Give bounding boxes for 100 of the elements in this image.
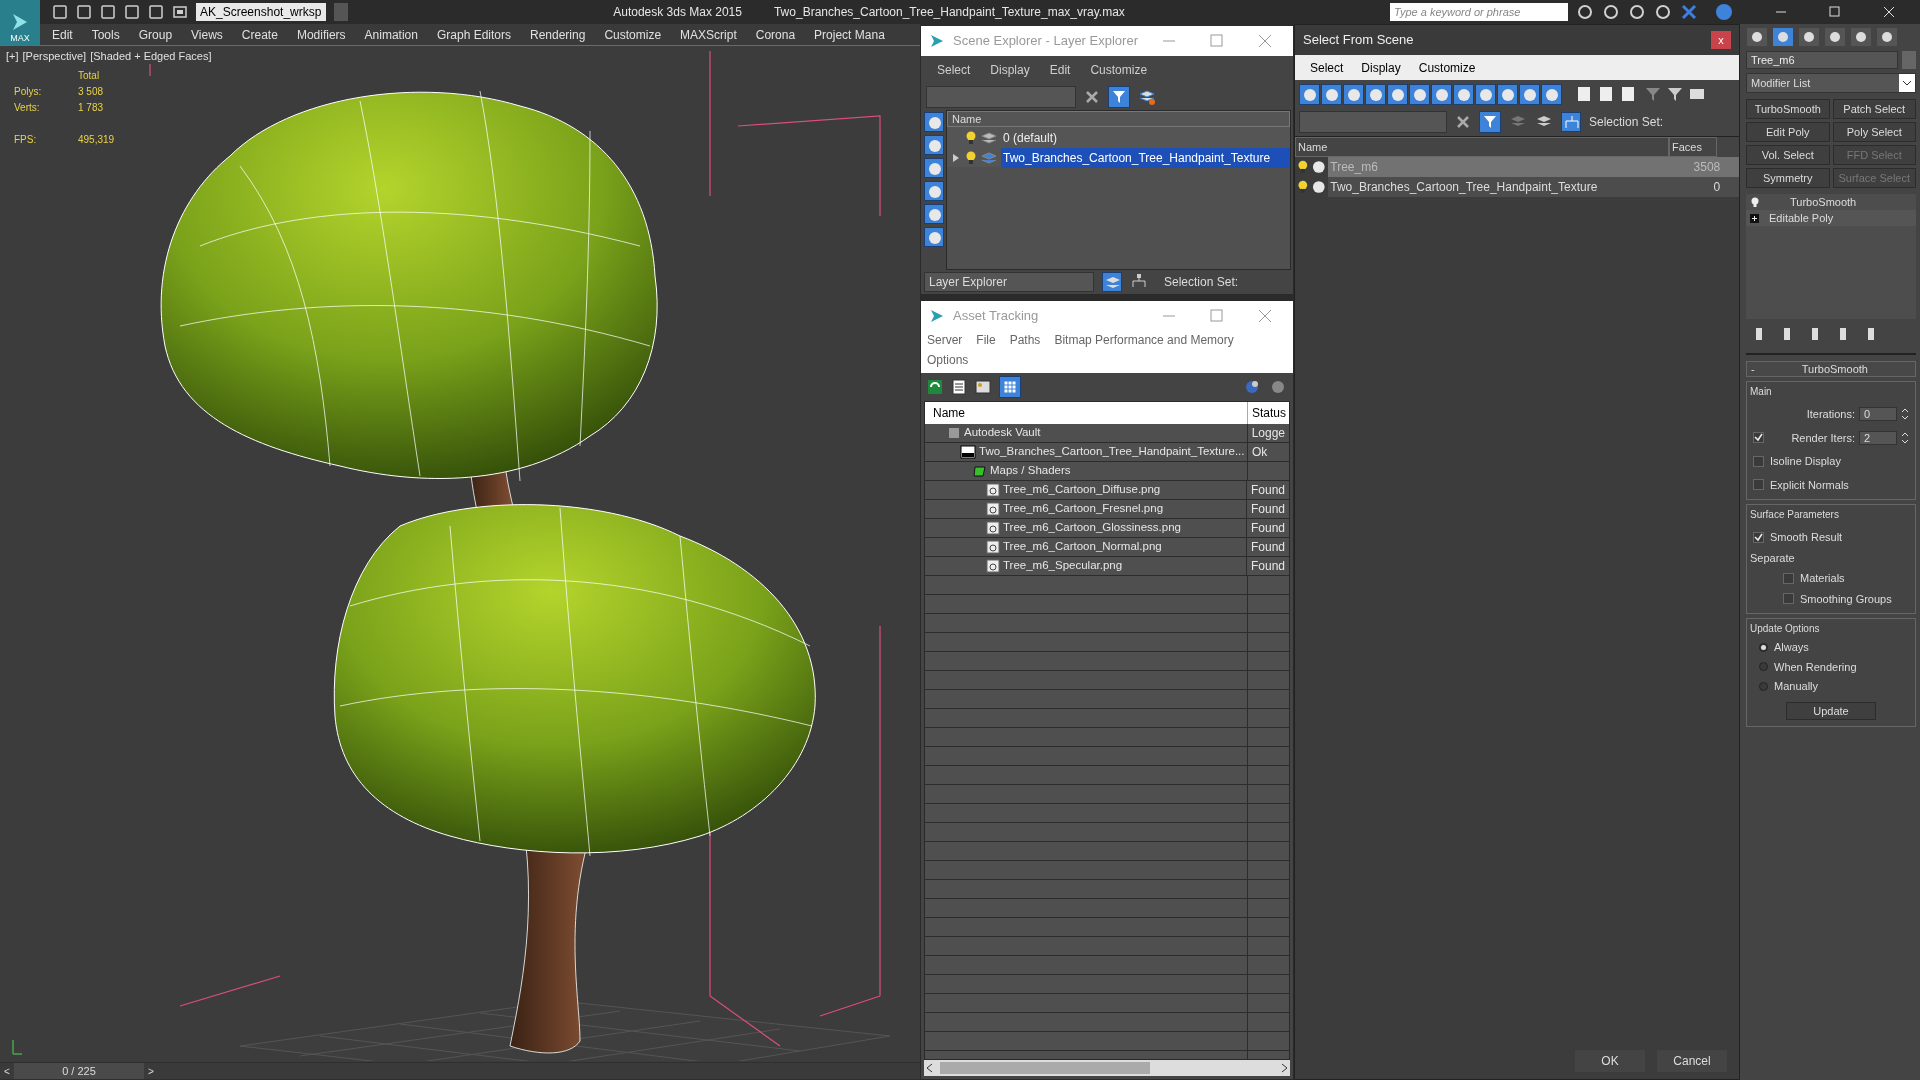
checkbox[interactable] [1753,432,1764,444]
checkbox[interactable] [1753,531,1764,543]
checkbox-label[interactable]: Explicit Normals [1770,476,1849,493]
asset-name[interactable]: Tree_m6_Cartoon_Normal.png [1003,538,1162,556]
layers-icon[interactable] [1102,272,1122,292]
menu-item[interactable]: Customize [604,25,662,44]
menu-item[interactable]: Rendering [530,25,586,44]
viewport[interactable]: [+] [Perspective] [Shaded + Edged Faces] Total Polys: 3 508 Verts: 1 783 FPS: 495,319 [0,45,920,1062]
menu-item[interactable]: Edit [1049,61,1071,79]
asset-name[interactable]: Autodesk Vault [964,424,1041,442]
scene-object-row[interactable]: Two_Branches_Cartoon_Tree_Handpaint_Texture 0 [1328,177,1739,197]
column-header[interactable]: Name [947,111,1290,127]
spinner-arrows-icon[interactable] [1901,407,1909,422]
spinner-field[interactable]: 2 [1859,430,1897,445]
previous-frame-button[interactable]: < [0,1063,14,1079]
update-button[interactable]: Update [1786,701,1876,720]
asset-name[interactable]: Tree_m6_Cartoon_Diffuse.png [1003,481,1161,499]
lightbulb-icon[interactable] [1297,179,1309,195]
menu-item[interactable]: Modifiers [296,25,346,44]
spinner-arrows-icon[interactable] [1901,430,1909,445]
menu-item[interactable]: Edit [52,25,73,44]
filter-icon[interactable] [1108,86,1130,108]
menu-item[interactable]: Project Mana [814,25,885,44]
menu-item[interactable]: Display [990,61,1030,79]
checkbox-label[interactable]: Materials [1800,570,1845,587]
column-header[interactable]: Name [1295,137,1669,157]
viewport-label[interactable]: [Perspective] [22,48,87,65]
viewport-label[interactable]: [Shaded + Edged Faces] [90,48,212,65]
filter-icon[interactable] [1666,85,1684,103]
asset-name[interactable]: Maps / Shaders [990,462,1071,480]
menu-item[interactable]: Bitmap Performance and Memory [1054,331,1234,349]
modifier-button[interactable]: Edit Poly [1746,122,1830,142]
menu-item[interactable]: Customize [1418,58,1476,77]
menu-item[interactable]: Group [138,25,173,44]
lightbulb-icon[interactable] [965,130,977,146]
page-icon[interactable] [1619,85,1637,103]
scrollbar-thumb[interactable] [940,1062,1150,1074]
image-icon[interactable] [975,379,991,395]
modifier-button[interactable]: TurboSmooth [1746,99,1830,119]
clear-icon[interactable] [1084,89,1100,105]
layer-row[interactable]: 0 (default) [1001,128,1290,148]
table-icon[interactable] [999,376,1021,398]
checkbox[interactable] [1783,572,1794,584]
spinner-field[interactable]: 0 [1859,407,1897,422]
checkbox-label[interactable]: Smooth Result [1770,529,1843,546]
radio-label[interactable]: Always [1774,639,1809,656]
horizontal-scrollbar[interactable] [924,1060,1290,1076]
menu-item[interactable]: Paths [1009,331,1041,349]
rollout-header[interactable]: - TurboSmooth [1746,361,1916,377]
radio-button[interactable] [1759,681,1768,691]
radio-label[interactable]: When Rendering [1774,658,1857,675]
explorer-mode-dropdown[interactable]: Layer Explorer [924,272,1094,292]
asset-name[interactable]: Tree_m6_Cartoon_Fresnel.png [1003,500,1164,518]
dialog-button[interactable]: OK [1575,1050,1645,1072]
stack-item[interactable]: TurboSmooth [1790,193,1857,211]
timeline-track[interactable]: 0 / 225 > [14,1063,920,1079]
menu-item[interactable]: Customize [1090,61,1148,79]
layer-row[interactable]: Two_Branches_Cartoon_Tree_Handpaint_Texture [1001,148,1290,168]
column-header[interactable]: Status [1248,402,1289,424]
search-field[interactable] [926,86,1076,108]
menu-item[interactable]: File [976,331,996,349]
menu-item[interactable]: Animation [364,25,418,44]
page-icon[interactable] [1597,85,1615,103]
modifier-button[interactable]: Patch Select [1832,99,1916,119]
exchange-icon[interactable] [1680,3,1698,21]
expand-icon[interactable] [1750,213,1759,223]
lightbulb-icon[interactable] [965,150,977,166]
object-color-swatch[interactable] [1902,51,1916,69]
asset-name[interactable]: Tree_m6_Cartoon_Glossiness.png [1003,519,1181,537]
modifier-button[interactable]: Poly Select [1832,122,1916,142]
radio-button[interactable] [1759,662,1768,672]
checkbox-label[interactable]: Smoothing Groups [1800,590,1892,607]
menu-item[interactable]: Create [241,25,278,44]
menu-item[interactable]: Views [191,25,223,44]
menu-item[interactable]: Graph Editors [436,25,511,44]
menu-item[interactable]: MAXScript [680,25,737,44]
project-icon[interactable] [172,4,188,20]
clear-icon[interactable] [1455,114,1471,130]
menu-item[interactable]: Select [1310,58,1344,77]
asset-name[interactable]: Tree_m6_Specular.png [1003,557,1123,575]
checkbox[interactable] [1753,479,1764,491]
close-button[interactable]: x [1711,31,1731,49]
menu-item[interactable]: Options [927,351,969,369]
column-header[interactable]: Name [925,402,1248,424]
menu-item[interactable]: Display [1361,58,1401,77]
refresh-icon[interactable] [927,379,943,395]
app-logo[interactable]: MAX [0,0,40,45]
lightbulb-icon[interactable] [1297,159,1309,175]
column-header[interactable]: Faces [1669,137,1717,157]
checkbox-label[interactable]: Isoline Display [1770,453,1841,470]
checkbox[interactable] [1783,593,1794,605]
lightbulb-icon[interactable] [1750,196,1760,208]
filter-icon[interactable] [1479,111,1501,133]
radio-label[interactable]: Manually [1774,678,1819,695]
search-field[interactable] [1299,111,1447,133]
menu-item[interactable]: Server [927,331,963,349]
layers-icon[interactable] [1138,88,1156,106]
dialog-button[interactable]: Cancel [1657,1050,1727,1072]
time-slider-thumb[interactable]: 0 / 225 [14,1063,144,1079]
menu-item[interactable]: Select [937,61,971,79]
